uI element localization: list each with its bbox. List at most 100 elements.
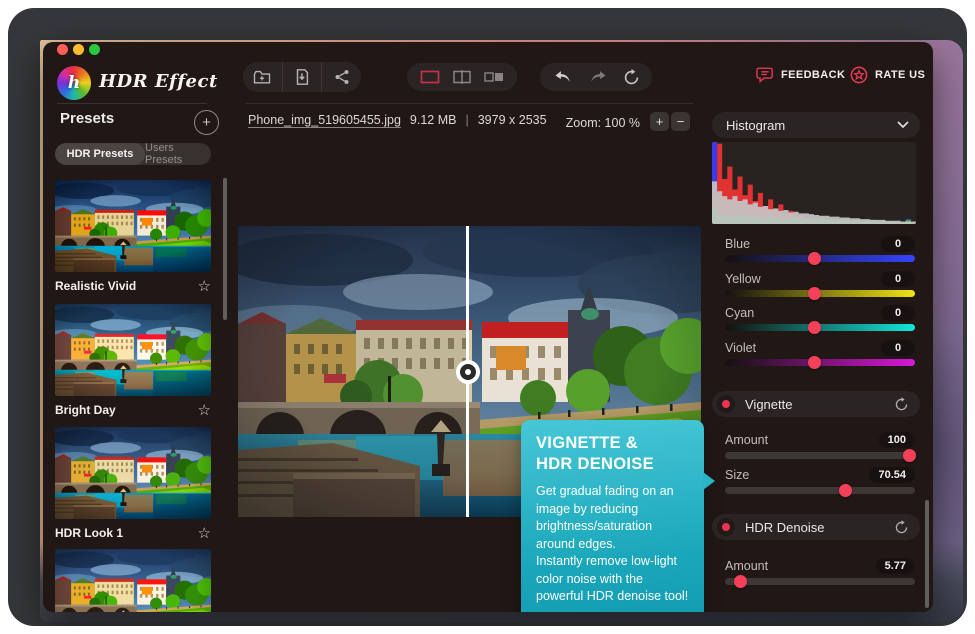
slider-track-blue[interactable] bbox=[725, 255, 915, 262]
split-view-icon[interactable] bbox=[453, 70, 471, 84]
slider-value-yellow: 0 bbox=[881, 271, 915, 287]
file-size: 9.12 MB bbox=[410, 113, 457, 127]
file-info: Phone_img_519605455.jpg 9.12 MB | 3979 x… bbox=[248, 113, 547, 127]
presets-title: Presets bbox=[60, 110, 114, 127]
denoise-amount-thumb[interactable] bbox=[734, 575, 747, 588]
folder-add-icon bbox=[252, 68, 272, 86]
app-logo-icon: h bbox=[57, 66, 91, 100]
vignette-size-track[interactable] bbox=[725, 487, 915, 494]
compare-divider-handle[interactable] bbox=[456, 360, 480, 384]
vignette-amount-thumb[interactable] bbox=[903, 449, 916, 462]
file-info-divider: | bbox=[465, 113, 468, 127]
file-download-icon bbox=[293, 68, 311, 86]
minimize-window-button[interactable] bbox=[73, 44, 84, 55]
presets-tabs: HDR Presets Users Presets bbox=[55, 143, 211, 165]
preset-thumbnail[interactable] bbox=[55, 427, 211, 519]
vignette-amount-label: Amount bbox=[725, 433, 768, 447]
desktop-frame: h HDR Effect bbox=[8, 8, 967, 626]
app-logo-letter: h bbox=[68, 73, 80, 93]
slider-label-blue: Blue bbox=[725, 237, 750, 251]
single-view-icon[interactable] bbox=[420, 70, 440, 84]
tooltip-body: Get gradual fading on an image by reduci… bbox=[536, 483, 690, 606]
favorite-star-icon[interactable]: ☆ bbox=[198, 526, 211, 541]
slider-track-violet[interactable] bbox=[725, 359, 915, 366]
preset-card-bright-day[interactable]: Bright Day ☆ bbox=[55, 304, 211, 419]
slider-value-violet: 0 bbox=[881, 340, 915, 356]
preset-thumbnail[interactable] bbox=[55, 549, 211, 612]
share-icon bbox=[333, 68, 351, 86]
zoom-level-label: Zoom: 100 % bbox=[555, 116, 640, 130]
undo-icon[interactable] bbox=[553, 69, 573, 85]
reset-section-icon[interactable] bbox=[894, 397, 909, 412]
zoom-out-button[interactable]: − bbox=[671, 112, 690, 131]
close-window-button[interactable] bbox=[57, 44, 68, 55]
minus-icon: − bbox=[677, 115, 685, 128]
vignette-size-thumb[interactable] bbox=[839, 484, 852, 497]
file-dimensions: 3979 x 2535 bbox=[478, 113, 547, 127]
app-window: h HDR Effect bbox=[43, 42, 933, 612]
preset-card-realistic-vivid[interactable]: Realistic Vivid ☆ bbox=[55, 180, 211, 295]
slider-track-yellow[interactable] bbox=[725, 290, 915, 297]
slider-thumb-yellow[interactable] bbox=[808, 287, 821, 300]
maximize-window-button[interactable] bbox=[89, 44, 100, 55]
preset-name: Realistic Vivid bbox=[55, 279, 136, 293]
denoise-amount-track[interactable] bbox=[725, 578, 915, 585]
vignette-section-header[interactable]: Vignette bbox=[712, 391, 920, 417]
reset-section-icon[interactable] bbox=[894, 520, 909, 535]
redo-icon[interactable] bbox=[588, 69, 608, 85]
histogram-label: Histogram bbox=[726, 118, 897, 133]
vignette-amount-track[interactable] bbox=[725, 452, 915, 459]
slider-value-blue: 0 bbox=[881, 236, 915, 252]
zoom-in-button[interactable]: + bbox=[650, 112, 669, 131]
history-group bbox=[540, 63, 652, 91]
vignette-amount-value: 100 bbox=[879, 432, 915, 448]
view-mode-group bbox=[407, 63, 517, 91]
reset-icon[interactable] bbox=[623, 69, 640, 86]
favorite-star-icon[interactable]: ☆ bbox=[198, 279, 211, 294]
denoise-amount-label: Amount bbox=[725, 559, 768, 573]
toolbar-separator bbox=[245, 103, 693, 104]
file-name: Phone_img_519605455.jpg bbox=[248, 113, 401, 127]
preset-card-partial[interactable] bbox=[55, 549, 211, 612]
screenshot-stage: h HDR Effect bbox=[0, 0, 975, 634]
vignette-size-value: 70.54 bbox=[869, 467, 915, 483]
preset-name: HDR Look 1 bbox=[55, 526, 123, 540]
tab-users-presets[interactable]: Users Presets bbox=[145, 143, 211, 165]
sidebar-separator bbox=[57, 103, 207, 104]
slider-thumb-blue[interactable] bbox=[808, 252, 821, 265]
preset-thumbnail[interactable] bbox=[55, 304, 211, 396]
presets-scrollbar[interactable] bbox=[223, 178, 227, 320]
panel-scrollbar[interactable] bbox=[925, 500, 929, 608]
vignette-title: Vignette bbox=[745, 397, 894, 412]
slider-value-cyan: 0 bbox=[881, 305, 915, 321]
preset-name: Bright Day bbox=[55, 403, 116, 417]
denoise-enabled-dot[interactable] bbox=[717, 518, 735, 536]
plus-icon: + bbox=[656, 115, 664, 128]
slider-thumb-cyan[interactable] bbox=[808, 321, 821, 334]
share-button[interactable] bbox=[322, 62, 361, 92]
hdr-denoise-section-header[interactable]: HDR Denoise bbox=[712, 514, 920, 540]
side-by-side-view-icon[interactable] bbox=[484, 70, 504, 84]
preset-thumbnail[interactable] bbox=[55, 180, 211, 272]
add-preset-button[interactable]: + bbox=[194, 110, 219, 135]
open-image-button[interactable] bbox=[243, 62, 283, 92]
plus-icon: + bbox=[202, 115, 211, 130]
tab-hdr-presets[interactable]: HDR Presets bbox=[55, 143, 145, 165]
vignette-size-label: Size bbox=[725, 468, 749, 482]
slider-label-cyan: Cyan bbox=[725, 306, 754, 320]
vignette-enabled-dot[interactable] bbox=[717, 395, 735, 413]
slider-thumb-violet[interactable] bbox=[808, 356, 821, 369]
export-image-button[interactable] bbox=[283, 62, 323, 92]
app-title: HDR Effect bbox=[99, 71, 218, 92]
before-half-overlay bbox=[238, 226, 467, 517]
histogram-chart bbox=[712, 142, 916, 224]
file-actions-group bbox=[243, 62, 361, 92]
histogram-dropdown[interactable]: Histogram bbox=[712, 112, 920, 138]
feature-tooltip: VIGNETTE & HDR DENOISE Get gradual fadin… bbox=[521, 420, 704, 612]
preset-card-hdr-look-1[interactable]: HDR Look 1 ☆ bbox=[55, 427, 211, 542]
slider-label-violet: Violet bbox=[725, 341, 756, 355]
tooltip-title: VIGNETTE & HDR DENOISE bbox=[536, 433, 690, 475]
denoise-amount-value: 5.77 bbox=[876, 558, 915, 574]
slider-track-cyan[interactable] bbox=[725, 324, 915, 331]
favorite-star-icon[interactable]: ☆ bbox=[198, 403, 211, 418]
